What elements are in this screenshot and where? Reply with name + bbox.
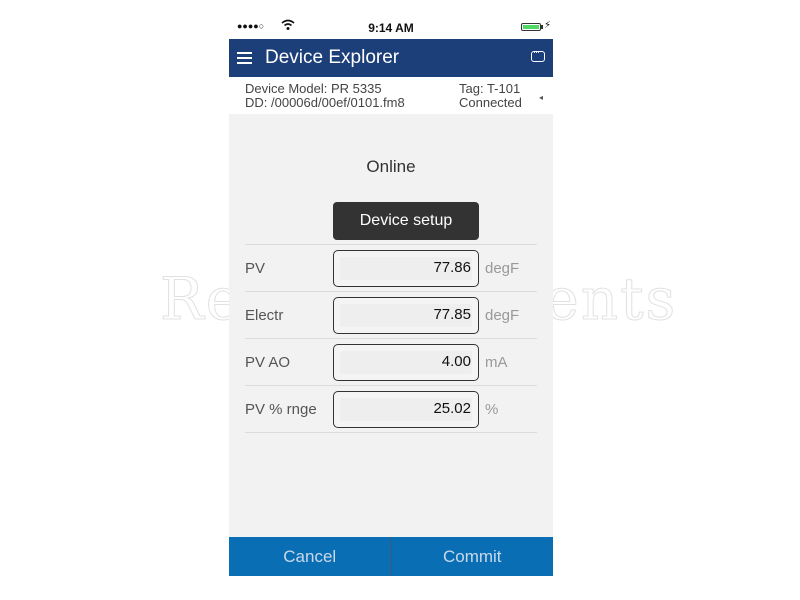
expand-arrow-icon[interactable]: ◂ — [539, 91, 543, 105]
variable-unit: degF — [485, 307, 520, 324]
variable-row-electr: Electr 77.85 degF — [245, 291, 537, 338]
status-time: 9:14 AM — [368, 21, 414, 35]
page-title: Device Explorer — [265, 47, 400, 68]
device-model: Device Model: PR 5335 — [245, 81, 382, 96]
commit-button[interactable]: Commit — [392, 537, 554, 576]
connection-status: Connected — [459, 95, 522, 110]
variable-row-pv-ao: PV AO 4.00 mA — [245, 338, 537, 385]
variable-row-pv: PV 77.86 degF — [245, 244, 537, 291]
device-dd-path: DD: /00006d/00ef/0101.fm8 — [245, 95, 405, 110]
variable-label: Electr — [245, 307, 284, 324]
phone-screen: ●●●●○ 9:14 AM ⚡ Device Explorer Device M… — [229, 15, 553, 576]
device-setup-button[interactable]: Device setup — [333, 202, 479, 240]
hamburger-icon[interactable] — [237, 52, 252, 64]
variable-unit: mA — [485, 354, 508, 371]
status-bar: ●●●●○ 9:14 AM ⚡ — [229, 15, 553, 39]
action-bar: Cancel Commit — [229, 537, 553, 576]
device-tag: Tag: T-101 — [459, 81, 521, 96]
variable-value-field[interactable]: 4.00 — [333, 344, 479, 381]
variable-value-field[interactable]: 77.85 — [333, 297, 479, 334]
variable-label: PV % rnge — [245, 401, 317, 418]
battery-icon — [521, 23, 541, 31]
cancel-button[interactable]: Cancel — [229, 537, 391, 576]
app-header: Device Explorer — [229, 39, 553, 77]
variable-label: PV — [245, 260, 266, 277]
mode-label: Online — [366, 157, 416, 176]
charging-icon: ⚡ — [543, 20, 551, 31]
variable-unit: % — [485, 401, 499, 418]
device-info-panel: Device Model: PR 5335 DD: /00006d/00ef/0… — [229, 77, 553, 114]
variable-unit: degF — [485, 260, 520, 277]
variable-value-field[interactable]: 25.02 — [333, 391, 479, 428]
variable-value-field[interactable]: 77.86 — [333, 250, 479, 287]
variable-list: PV 77.86 degF Electr 77.85 degF PV AO 4.… — [245, 244, 537, 433]
variable-row-pv-range: PV % rnge 25.02 % — [245, 385, 537, 433]
variable-label: PV AO — [245, 354, 291, 371]
chat-bubble-icon[interactable] — [531, 47, 545, 62]
battery-tip — [541, 25, 543, 29]
